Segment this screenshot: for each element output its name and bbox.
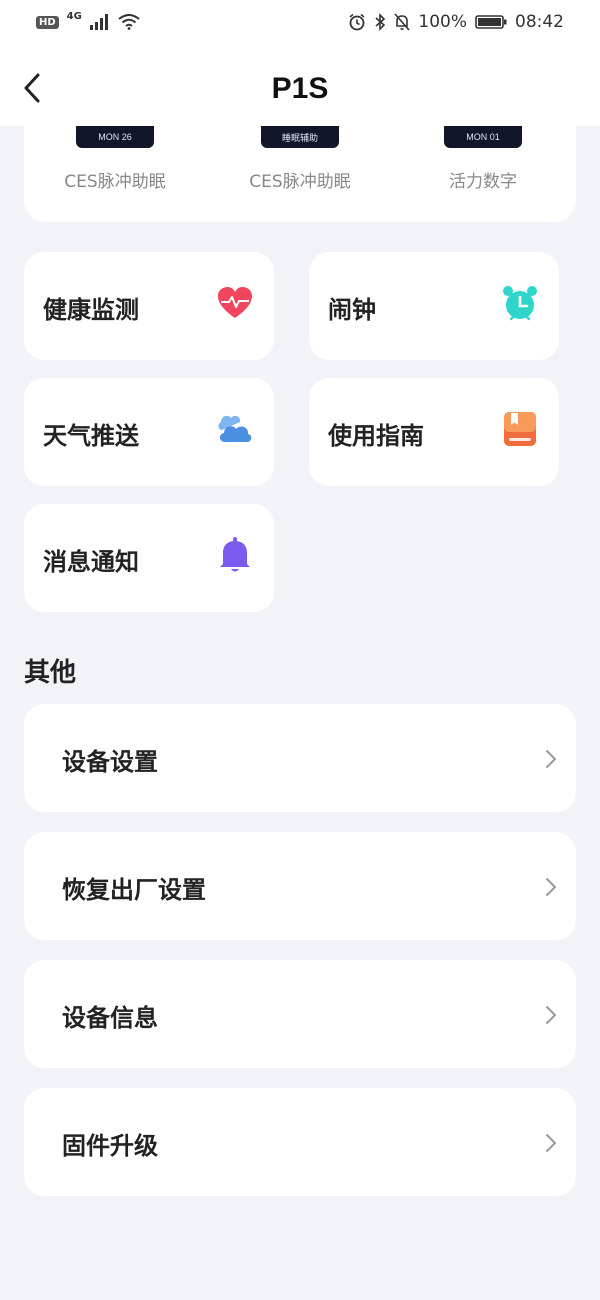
tile-label: 健康监测 — [43, 296, 139, 324]
signal-icon — [89, 14, 108, 30]
health-monitor-tile[interactable]: 健康监测 — [24, 252, 274, 360]
status-left: HD 4G — [36, 10, 140, 30]
status-right: 100% 08:42 — [348, 12, 564, 32]
chevron-right-icon — [546, 878, 556, 896]
device-info-row[interactable]: 设备信息 — [24, 960, 576, 1068]
weather-push-tile[interactable]: 天气推送 — [24, 378, 274, 486]
clock-time: 08:42 — [515, 12, 564, 32]
row-label: 设备设置 — [62, 748, 158, 776]
row-label: 固件升级 — [62, 1132, 158, 1160]
watch-face-label: 活力数字 — [449, 172, 517, 192]
factory-reset-row[interactable]: 恢复出厂设置 — [24, 832, 576, 940]
bell-icon — [220, 537, 250, 572]
bluetooth-icon — [375, 13, 386, 31]
chevron-right-icon — [546, 1006, 556, 1024]
network-type: 4G — [66, 10, 82, 22]
top-bar: P1S — [0, 44, 600, 126]
watch-face-item[interactable]: MON 26 CES脉冲助眠 — [35, 126, 195, 192]
heart-icon — [218, 287, 252, 318]
chevron-right-icon — [546, 750, 556, 768]
watch-face-thumbnail: MON 01 — [444, 126, 522, 148]
wifi-icon — [118, 14, 140, 30]
battery-percent: 100% — [418, 12, 467, 32]
battery-icon — [475, 15, 507, 29]
watch-face-card: MON 26 CES脉冲助眠 睡眠辅助 CES脉冲助眠 MON 01 活力数字 — [24, 126, 576, 222]
hd-badge: HD — [36, 15, 59, 29]
watch-face-label: CES脉冲助眠 — [64, 172, 166, 192]
guide-book-icon — [504, 412, 536, 446]
watch-face-thumbnail: 睡眠辅助 — [261, 126, 339, 148]
firmware-upgrade-row[interactable]: 固件升级 — [24, 1088, 576, 1196]
message-notification-tile[interactable]: 消息通知 — [24, 504, 274, 612]
page-title: P1S — [271, 72, 329, 105]
user-guide-tile[interactable]: 使用指南 — [309, 378, 559, 486]
watch-face-item[interactable]: 睡眠辅助 CES脉冲助眠 — [220, 126, 380, 192]
status-bar: HD 4G 100% 08:42 — [0, 0, 600, 44]
watch-face-thumbnail: MON 26 — [76, 126, 154, 148]
alarm-tile[interactable]: 闹钟 — [309, 252, 559, 360]
mute-bell-icon — [394, 13, 410, 31]
row-label: 恢复出厂设置 — [62, 876, 206, 904]
watch-face-label: CES脉冲助眠 — [249, 172, 351, 192]
alarm-clock-icon — [503, 286, 537, 321]
tile-label: 闹钟 — [328, 296, 376, 324]
cloud-icon — [218, 415, 252, 442]
tile-label: 天气推送 — [43, 422, 139, 450]
chevron-right-icon — [546, 1134, 556, 1152]
tile-label: 使用指南 — [328, 422, 424, 450]
section-title-others: 其他 — [24, 658, 77, 688]
device-settings-row[interactable]: 设备设置 — [24, 704, 576, 812]
tile-label: 消息通知 — [43, 548, 139, 576]
row-label: 设备信息 — [62, 1004, 158, 1032]
alarm-status-icon — [349, 13, 365, 31]
watch-face-item[interactable]: MON 01 活力数字 — [403, 126, 563, 192]
